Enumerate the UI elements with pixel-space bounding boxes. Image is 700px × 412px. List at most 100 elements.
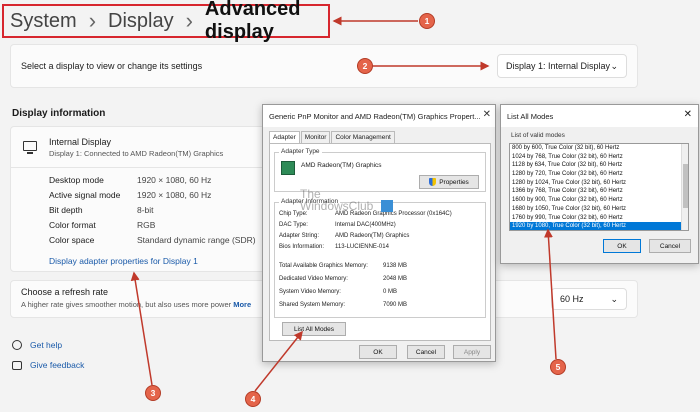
breadcrumb-separator: ›	[185, 8, 193, 33]
adapter-info-row: DAC Type: Internal DAC(400MHz)	[279, 222, 396, 228]
divider	[11, 167, 274, 168]
callout-badge: 4	[245, 391, 261, 407]
apply-button[interactable]: Apply	[453, 345, 491, 359]
scrollbar[interactable]	[681, 144, 688, 230]
page-title: Advanced display	[204, 0, 301, 43]
memory-label: Dedicated Video Memory:	[279, 276, 348, 282]
graphics-card-icon	[281, 161, 295, 175]
get-help-link[interactable]: Get help	[12, 340, 62, 350]
breadcrumb-separator: ›	[88, 8, 97, 33]
modes-cancel-button[interactable]: Cancel	[649, 239, 691, 253]
memory-value: 9138 MB	[383, 263, 408, 269]
modes-caption: List of valid modes	[511, 132, 565, 139]
more-link[interactable]: More	[233, 300, 251, 309]
give-feedback-label: Give feedback	[30, 360, 85, 370]
mode-item[interactable]: 1760 by 990, True Color (32 bit), 60 Her…	[510, 214, 688, 223]
display-info-card: Internal Display Display 1: Connected to…	[10, 126, 275, 272]
mode-item[interactable]: 800 by 600, True Color (32 bit), 60 Hert…	[510, 144, 688, 153]
close-icon[interactable]: ✕	[684, 109, 692, 120]
info-value: 1920 × 1080, 60 Hz	[137, 190, 212, 200]
display-dropdown-value: Display 1: Internal Display	[506, 61, 611, 71]
display-info-title: Display information	[12, 108, 106, 119]
callout-badge: 3	[145, 385, 161, 401]
mode-item[interactable]: 1280 by 720, True Color (32 bit), 60 Her…	[510, 170, 688, 179]
info-label: Bios Information:	[279, 244, 325, 250]
modes-list[interactable]: 800 by 600, True Color (32 bit), 60 Hert…	[509, 143, 689, 231]
feedback-icon	[12, 360, 22, 370]
memory-row: System Video Memory: 0 MB	[279, 289, 397, 295]
info-row: Color format RGB	[49, 220, 155, 230]
properties-button[interactable]: Properties	[419, 175, 479, 189]
callout-badge: 5	[550, 359, 566, 375]
breadcrumb-display[interactable]: Display	[108, 10, 174, 33]
memory-value: 7090 MB	[383, 302, 408, 308]
dialog-title: Generic PnP Monitor and AMD Radeon(TM) G…	[263, 105, 495, 127]
info-label: Color format	[49, 220, 96, 230]
memory-row: Total Available Graphics Memory: 9138 MB	[279, 263, 407, 269]
breadcrumb: System › Display › Advanced display	[2, 0, 330, 43]
callout-badge: 2	[357, 58, 373, 74]
display-name: Internal Display	[49, 137, 112, 147]
adapter-info-row: Bios Information: 113-LUCIENNE-014	[279, 244, 389, 250]
memory-label: Shared System Memory:	[279, 302, 346, 308]
scrollbar-thumb[interactable]	[683, 164, 688, 208]
chevron-down-icon: ⌄	[610, 293, 618, 304]
refresh-rate-dropdown[interactable]: 60 Hz ⌄	[551, 288, 627, 310]
adapter-info-row: Adapter String: AMD Radeon(TM) Graphics	[279, 233, 409, 239]
watermark-line2: WindowsClub	[300, 199, 374, 213]
monitor-icon	[23, 141, 37, 154]
info-value: 1920 × 1080, 60 Hz	[137, 175, 212, 185]
info-row: Desktop mode 1920 × 1080, 60 Hz	[49, 175, 211, 185]
info-value: Internal DAC(400MHz)	[335, 222, 396, 228]
info-label: Color space	[49, 235, 95, 245]
adapter-info-group: Adapter Information Chip Type: AMD Radeon…	[274, 198, 486, 318]
info-row: Color space Standard dynamic range (SDR)	[49, 235, 256, 245]
info-row: Bit depth 8-bit	[49, 205, 154, 215]
mode-item[interactable]: 1128 by 634, True Color (32 bit), 60 Her…	[510, 161, 688, 170]
give-feedback-link[interactable]: Give feedback	[12, 360, 84, 370]
cancel-button[interactable]: Cancel	[407, 345, 445, 359]
adapter-name: AMD Radeon(TM) Graphics	[301, 162, 382, 169]
memory-value: 2048 MB	[383, 276, 408, 282]
adapter-properties-dialog: Generic PnP Monitor and AMD Radeon(TM) G…	[262, 104, 496, 362]
info-value: Standard dynamic range (SDR)	[137, 235, 256, 245]
select-display-prompt: Select a display to view or change its s…	[21, 61, 203, 71]
info-label: Adapter String:	[279, 233, 320, 239]
watermark: The WindowsClub	[300, 188, 393, 212]
mode-item-selected[interactable]: 1920 by 1080, True Color (32 bit), 60 He…	[510, 222, 688, 230]
memory-row: Shared System Memory: 7090 MB	[279, 302, 407, 308]
adapter-type-group: Adapter Type AMD Radeon(TM) Graphics Pro…	[274, 148, 486, 192]
breadcrumb-system[interactable]: System	[10, 10, 77, 33]
mode-item[interactable]: 1366 by 768, True Color (32 bit), 60 Her…	[510, 187, 688, 196]
modes-ok-button[interactable]: OK	[603, 239, 641, 253]
display-dropdown[interactable]: Display 1: Internal Display ⌄	[497, 54, 627, 78]
mode-item[interactable]: 1600 by 900, True Color (32 bit), 60 Her…	[510, 196, 688, 205]
info-label: Bit depth	[49, 205, 83, 215]
memory-row: Dedicated Video Memory: 2048 MB	[279, 276, 407, 282]
display-connection: Display 1: Connected to AMD Radeon(TM) G…	[49, 149, 224, 158]
help-icon	[12, 340, 22, 350]
list-all-modes-button[interactable]: List All Modes	[282, 322, 346, 336]
ok-button[interactable]: OK	[359, 345, 397, 359]
display-adapter-properties-link[interactable]: Display adapter properties for Display 1	[49, 256, 198, 266]
shield-icon	[429, 178, 437, 186]
adapter-tab-panel: Adapter Type AMD Radeon(TM) Graphics Pro…	[269, 143, 491, 341]
mode-item[interactable]: 1280 by 1024, True Color (32 bit), 60 He…	[510, 179, 688, 188]
info-value: 113-LUCIENNE-014	[335, 244, 389, 250]
properties-button-label: Properties	[439, 178, 469, 186]
memory-label: Total Available Graphics Memory:	[279, 263, 368, 269]
windows-club-logo-icon	[380, 200, 393, 212]
memory-label: System Video Memory:	[279, 289, 341, 295]
info-label: DAC Type:	[279, 222, 308, 228]
mode-item[interactable]: 1680 by 1050, True Color (32 bit), 60 He…	[510, 205, 688, 214]
adapter-type-label: Adapter Type	[279, 148, 322, 155]
get-help-label: Get help	[30, 340, 63, 350]
info-row: Active signal mode 1920 × 1080, 60 Hz	[49, 190, 211, 200]
info-label: Active signal mode	[49, 190, 121, 200]
mode-item[interactable]: 1024 by 768, True Color (32 bit), 60 Her…	[510, 153, 688, 162]
close-icon[interactable]: ✕	[483, 109, 491, 120]
info-value: 8-bit	[137, 205, 154, 215]
info-value: AMD Radeon(TM) Graphics	[335, 233, 410, 239]
dialog-title: List All Modes	[501, 105, 698, 127]
info-value: RGB	[137, 220, 156, 230]
